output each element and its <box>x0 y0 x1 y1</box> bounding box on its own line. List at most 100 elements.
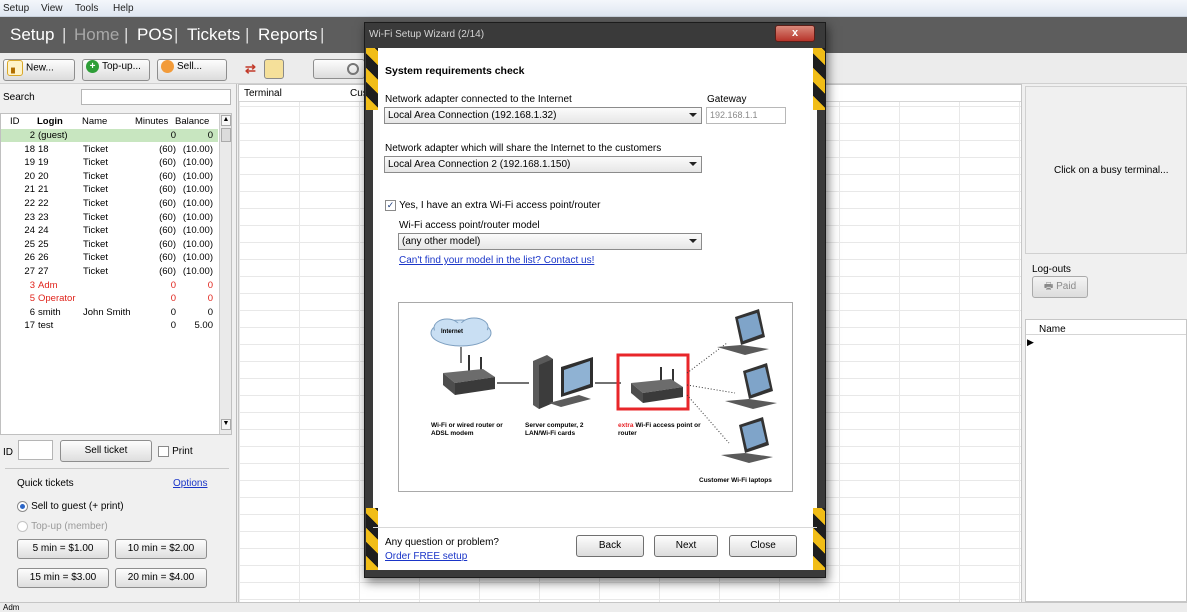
logouts-grid[interactable] <box>1025 319 1187 602</box>
nav-separator: | <box>124 25 129 44</box>
table-row[interactable]: 17 test 0 5.00 <box>1 319 218 332</box>
menu-view[interactable]: View <box>41 3 63 14</box>
cell-balance: (10.00) <box>182 143 213 155</box>
table-row[interactable]: 21 21 Ticket (60) (10.00) <box>1 183 218 196</box>
table-row[interactable]: 19 19 Ticket (60) (10.00) <box>1 156 218 169</box>
paid-button[interactable]: 🖶 Paid <box>1032 276 1088 298</box>
sell-button[interactable]: Sell... <box>157 59 227 81</box>
adapter-internet-value: Local Area Connection (192.168.1.32) <box>388 110 557 121</box>
terminal-action-button[interactable] <box>313 59 365 79</box>
sell-button-label: Sell... <box>177 61 203 72</box>
col-minutes[interactable]: Minutes <box>135 116 168 127</box>
gateway-input[interactable]: 192.168.1.1 <box>706 107 786 124</box>
order-setup-link[interactable]: Order FREE setup <box>385 551 467 562</box>
nav-separator: | <box>174 25 179 44</box>
menu-setup[interactable]: Setup <box>3 3 29 14</box>
chevron-down-icon <box>689 239 697 243</box>
table-row[interactable]: 20 20 Ticket (60) (10.00) <box>1 170 218 183</box>
topup-member-radio-dot[interactable] <box>17 520 28 532</box>
menu-help[interactable]: Help <box>113 3 134 14</box>
adapter-internet-select[interactable]: Local Area Connection (192.168.1.32) <box>384 107 702 124</box>
menu-tools[interactable]: Tools <box>75 3 98 14</box>
nav-home[interactable]: Home <box>74 25 119 45</box>
topup-button[interactable]: + Top-up... <box>82 59 150 81</box>
table-row[interactable]: 18 18 Ticket (60) (10.00) <box>1 143 218 156</box>
scroll-thumb[interactable] <box>221 128 231 142</box>
plus-circle-icon: + <box>86 60 99 73</box>
cell-name: Ticket <box>83 225 108 237</box>
table-row[interactable]: 6 smith John Smith 0 0 <box>1 306 218 319</box>
table-row[interactable]: 25 25 Ticket (60) (10.00) <box>1 238 218 251</box>
model-select[interactable]: (any other model) <box>398 233 702 250</box>
checkmark-icon[interactable]: ✓ <box>385 199 396 211</box>
new-button[interactable]: ▖ New... <box>3 59 75 81</box>
col-balance[interactable]: Balance <box>175 116 209 127</box>
table-row[interactable]: 2 (guest) 0 0 <box>1 129 218 142</box>
nav-setup[interactable]: Setup <box>10 25 54 45</box>
col-login[interactable]: Login <box>37 116 63 127</box>
search-input[interactable] <box>81 89 231 105</box>
dialog-close-button[interactable]: x <box>775 25 815 42</box>
cell-id: 5 <box>29 293 35 305</box>
cell-login: 20 <box>38 170 49 182</box>
cashbox-icon[interactable] <box>264 59 284 79</box>
grid-scrollbar[interactable]: ▲ ▼ <box>219 114 231 434</box>
col-terminal[interactable]: Terminal <box>244 88 282 99</box>
dialog-footer-divider <box>373 527 817 528</box>
adapter-share-value: Local Area Connection 2 (192.168.1.150) <box>388 159 571 170</box>
quick-ticket-5min-button[interactable]: 5 min = $1.00 <box>17 539 109 559</box>
cell-name: Ticket <box>83 252 108 264</box>
chevron-down-icon <box>689 113 697 117</box>
table-row[interactable]: 5 Operator 0 0 <box>1 292 218 305</box>
cell-id: 3 <box>29 279 35 291</box>
print-checkbox[interactable]: Print <box>158 445 193 457</box>
back-button[interactable]: Back <box>576 535 644 557</box>
topup-member-radio[interactable]: Top-up (member) <box>17 520 108 532</box>
scroll-up-icon[interactable]: ▲ <box>221 115 231 126</box>
question-label: Any question or problem? <box>385 537 499 548</box>
cell-balance: (10.00) <box>182 225 213 237</box>
table-row[interactable]: 24 24 Ticket (60) (10.00) <box>1 224 218 237</box>
nav-reports[interactable]: Reports <box>258 25 318 45</box>
table-row[interactable]: 3 Adm 0 0 <box>1 279 218 292</box>
chevron-down-icon <box>689 162 697 166</box>
model-label: Wi-Fi access point/router model <box>399 220 540 231</box>
col-name[interactable]: Name <box>82 116 107 127</box>
quick-ticket-20min-button[interactable]: 20 min = $4.00 <box>115 568 207 588</box>
close-button[interactable]: Close <box>729 535 797 557</box>
quick-ticket-15min-button[interactable]: 15 min = $3.00 <box>17 568 109 588</box>
cell-minutes: 0 <box>170 293 176 305</box>
cell-balance: (10.00) <box>182 238 213 250</box>
sell-to-guest-radio-dot[interactable] <box>17 500 28 512</box>
cell-name: Ticket <box>83 198 108 209</box>
contact-us-link[interactable]: Can't find your model in the list? Conta… <box>399 255 594 266</box>
nav-pos[interactable]: POS <box>137 25 173 45</box>
ticket-id-input[interactable] <box>18 440 53 460</box>
table-row[interactable]: 26 26 Ticket (60) (10.00) <box>1 251 218 264</box>
cell-name: Ticket <box>83 266 108 277</box>
sell-ticket-button[interactable]: Sell ticket <box>60 440 152 462</box>
scroll-down-icon[interactable]: ▼ <box>221 419 231 430</box>
new-document-icon: ▖ <box>7 60 23 76</box>
nav-tickets[interactable]: Tickets <box>187 25 240 45</box>
sell-to-guest-radio[interactable]: Sell to guest (+ print) <box>17 500 124 512</box>
print-label: Print <box>172 446 193 457</box>
food-icon <box>161 60 174 73</box>
cell-login: 22 <box>38 198 49 209</box>
print-checkbox-box[interactable] <box>158 445 169 457</box>
table-row[interactable]: 27 27 Ticket (60) (10.00) <box>1 265 218 278</box>
extra-ap-checkbox[interactable]: ✓ Yes, I have an extra Wi-Fi access poin… <box>385 199 600 211</box>
options-link[interactable]: Options <box>173 478 207 489</box>
divider <box>5 468 229 469</box>
quick-ticket-10min-button[interactable]: 10 min = $2.00 <box>115 539 207 559</box>
col-id[interactable]: ID <box>10 116 20 127</box>
table-row[interactable]: 23 23 Ticket (60) (10.00) <box>1 211 218 224</box>
adapter-share-select[interactable]: Local Area Connection 2 (192.168.1.150) <box>384 156 702 173</box>
id-label: ID <box>3 447 13 458</box>
table-row[interactable]: 22 22 Ticket (60) (10.00) <box>1 197 218 210</box>
next-button[interactable]: Next <box>654 535 718 557</box>
laptop-icon <box>717 309 769 355</box>
terminals-icon[interactable]: ⇄ <box>245 61 261 77</box>
cell-name: Ticket <box>83 143 108 155</box>
cell-balance: 0 <box>207 293 213 305</box>
